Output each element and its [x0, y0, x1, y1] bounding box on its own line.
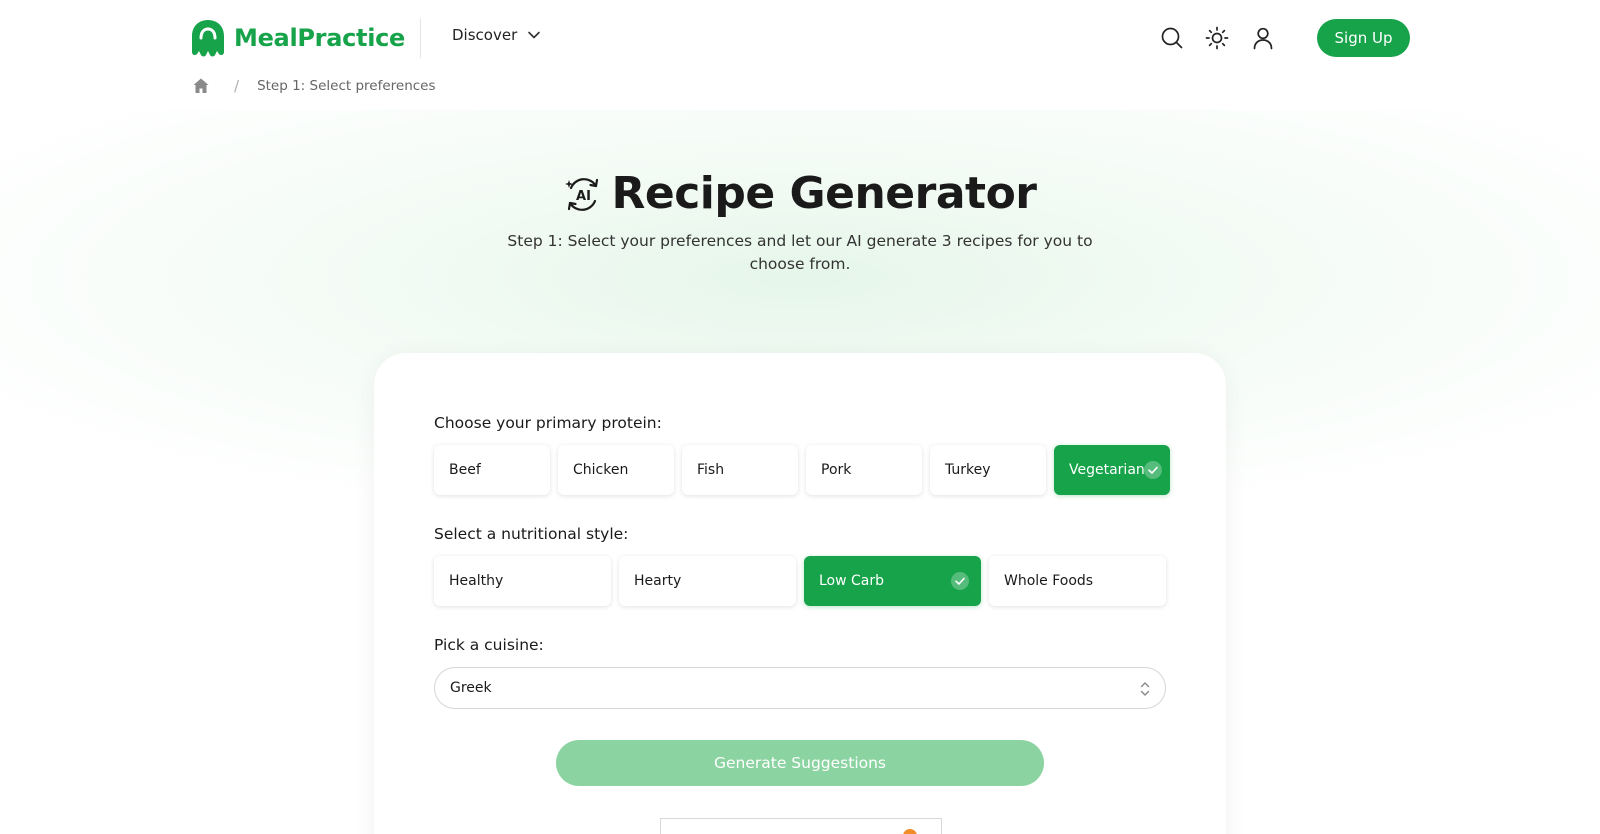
- option-label: Turkey: [945, 462, 991, 478]
- protein-label: Choose your primary protein:: [434, 414, 662, 432]
- style-option-whole-foods[interactable]: Whole Foods: [989, 556, 1166, 606]
- partial-widget: [660, 818, 942, 834]
- svg-text:AI: AI: [577, 189, 592, 204]
- top-header: MealPractice Discover Sign Up: [0, 0, 1600, 76]
- page-title: Recipe Generator: [611, 168, 1037, 219]
- brand-logo-icon: [192, 20, 224, 57]
- option-label: Hearty: [634, 573, 682, 589]
- option-label: Healthy: [449, 573, 504, 589]
- cuisine-select[interactable]: Greek: [434, 667, 1166, 709]
- cuisine-label: Pick a cuisine:: [434, 636, 544, 654]
- select-arrows-icon: [1140, 682, 1150, 696]
- option-label: Vegetarian: [1069, 462, 1145, 478]
- style-option-healthy[interactable]: Healthy: [434, 556, 611, 606]
- style-option-low-carb[interactable]: Low Carb: [804, 556, 981, 606]
- protein-options: Beef Chicken Fish Pork Turkey Vegetarian: [434, 445, 1170, 495]
- cuisine-selected-value: Greek: [450, 680, 492, 696]
- protein-option-chicken[interactable]: Chicken: [558, 445, 674, 495]
- breadcrumb: / Step 1: Select preferences: [192, 76, 436, 96]
- breadcrumb-separator: /: [234, 77, 240, 95]
- chevron-down-icon: [528, 31, 541, 39]
- style-options: Healthy Hearty Low Carb Whole Foods: [434, 556, 1166, 606]
- breadcrumb-current: Step 1: Select preferences: [257, 78, 436, 94]
- brand-name: MealPractice: [234, 24, 406, 52]
- discover-menu[interactable]: Discover: [452, 26, 541, 44]
- option-label: Beef: [449, 462, 481, 478]
- page: MealPractice Discover Sign Up / Step 1: …: [0, 0, 1600, 834]
- option-label: Chicken: [573, 462, 629, 478]
- status-dot-icon: [903, 829, 917, 834]
- option-label: Fish: [697, 462, 725, 478]
- page-title-row: AI Recipe Generator: [0, 168, 1600, 219]
- protein-option-pork[interactable]: Pork: [806, 445, 922, 495]
- protein-option-fish[interactable]: Fish: [682, 445, 798, 495]
- page-subtitle: Step 1: Select your preferences and let …: [507, 232, 1093, 273]
- home-icon[interactable]: [192, 77, 210, 95]
- search-icon[interactable]: [1160, 26, 1184, 50]
- theme-sun-icon[interactable]: [1205, 26, 1229, 50]
- discover-label: Discover: [452, 26, 518, 44]
- brand-logo[interactable]: MealPractice: [190, 18, 405, 58]
- check-icon: [1144, 461, 1162, 479]
- generate-suggestions-button[interactable]: Generate Suggestions: [556, 740, 1044, 786]
- option-label: Pork: [821, 462, 852, 478]
- style-label: Select a nutritional style:: [434, 525, 629, 543]
- user-icon[interactable]: [1251, 26, 1275, 50]
- ai-sparkle-icon: AI: [565, 177, 599, 211]
- protein-option-turkey[interactable]: Turkey: [930, 445, 1046, 495]
- option-label: Low Carb: [819, 573, 885, 589]
- sign-up-button[interactable]: Sign Up: [1317, 19, 1410, 57]
- check-icon: [951, 572, 969, 590]
- style-option-hearty[interactable]: Hearty: [619, 556, 796, 606]
- protein-option-beef[interactable]: Beef: [434, 445, 550, 495]
- header-divider: [420, 18, 421, 58]
- option-label: Whole Foods: [1004, 573, 1094, 589]
- protein-option-vegetarian[interactable]: Vegetarian: [1054, 445, 1170, 495]
